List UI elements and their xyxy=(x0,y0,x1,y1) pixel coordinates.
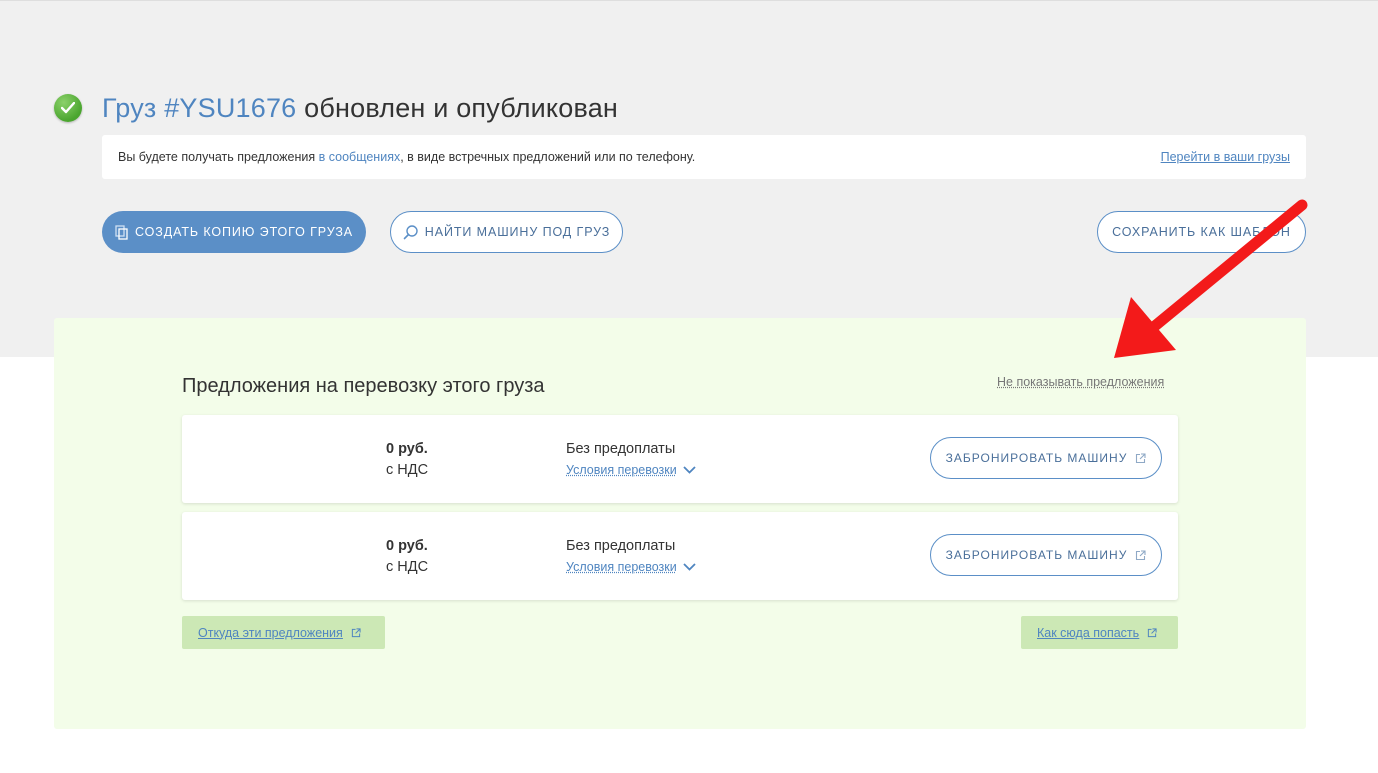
external-link-icon xyxy=(1135,549,1146,561)
offer-payment: Без предоплаты xyxy=(566,441,676,457)
book-truck-label: Забронировать машину xyxy=(945,548,1128,562)
copy-cargo-button[interactable]: Создать копию этого груза xyxy=(102,211,366,253)
offer-conditions-label: Условия перевозки xyxy=(566,560,677,574)
notice-bar: Вы будете получать предложения в сообщен… xyxy=(102,135,1306,179)
offer-vat: с НДС xyxy=(386,559,429,575)
save-template-button[interactable]: Сохранить как шаблон xyxy=(1097,211,1306,253)
offer-conditions-toggle[interactable]: Условия перевозки xyxy=(566,460,696,481)
offer-terms: Без предоплаты Условия перевозки xyxy=(566,536,696,578)
save-template-label: Сохранить как шаблон xyxy=(1112,225,1291,239)
book-truck-button[interactable]: Забронировать машину xyxy=(930,534,1162,576)
offer-amount: 0 руб. xyxy=(386,538,428,554)
how-to-get-here-link[interactable]: Как сюда попасть xyxy=(1021,616,1178,649)
search-icon xyxy=(403,224,419,240)
chevron-down-icon xyxy=(683,557,696,578)
how-to-get-here-label: Как сюда попасть xyxy=(1037,625,1140,640)
find-truck-label: Найти машину под груз xyxy=(424,225,611,239)
hide-offers-link[interactable]: Не показывать предложения xyxy=(997,375,1164,389)
notice-text-before: Вы будете получать предложения xyxy=(118,150,316,164)
offers-heading: Предложения на перевозку этого груза xyxy=(182,375,545,397)
check-circle-icon xyxy=(54,94,82,122)
external-link-icon xyxy=(1147,627,1157,638)
notice-text-after: , в виде встречных предложений или по те… xyxy=(400,150,696,164)
page-title: Груз #YSU1676 обновлен и опубликован xyxy=(54,90,618,126)
offer-vat: с НДС xyxy=(386,462,429,478)
offer-terms: Без предоплаты Условия перевозки xyxy=(566,439,696,481)
offer-card: 0 руб. с НДС Без предоплаты Условия пере… xyxy=(182,415,1178,503)
offer-price: 0 руб. с НДС xyxy=(386,536,428,578)
chevron-down-icon xyxy=(683,460,696,481)
offer-payment: Без предоплаты xyxy=(566,538,676,554)
title-text: Груз #YSU1676 обновлен и опубликован xyxy=(102,93,618,124)
offer-card: 0 руб. с НДС Без предоплаты Условия пере… xyxy=(182,512,1178,600)
offer-amount: 0 руб. xyxy=(386,441,428,457)
book-truck-label: Забронировать машину xyxy=(945,451,1128,465)
external-link-icon xyxy=(351,627,361,638)
copy-icon xyxy=(115,224,129,240)
go-to-cargos-link[interactable]: Перейти в ваши грузы xyxy=(1161,150,1290,164)
messages-link[interactable]: в сообщениях xyxy=(319,150,401,164)
title-status: обновлен и опубликован xyxy=(304,92,619,123)
offers-source-label: Откуда эти предложения xyxy=(198,625,343,640)
notice-text: Вы будете получать предложения в сообщен… xyxy=(118,150,695,164)
book-truck-button[interactable]: Забронировать машину xyxy=(930,437,1162,479)
cargo-id-link[interactable]: Груз #YSU1676 xyxy=(102,93,296,123)
find-truck-button[interactable]: Найти машину под груз xyxy=(390,211,623,253)
offer-price: 0 руб. с НДС xyxy=(386,439,428,481)
offers-source-link[interactable]: Откуда эти предложения xyxy=(182,616,385,649)
copy-cargo-label: Создать копию этого груза xyxy=(134,225,354,239)
offer-conditions-toggle[interactable]: Условия перевозки xyxy=(566,557,696,578)
external-link-icon xyxy=(1135,452,1146,464)
offer-conditions-label: Условия перевозки xyxy=(566,463,677,477)
